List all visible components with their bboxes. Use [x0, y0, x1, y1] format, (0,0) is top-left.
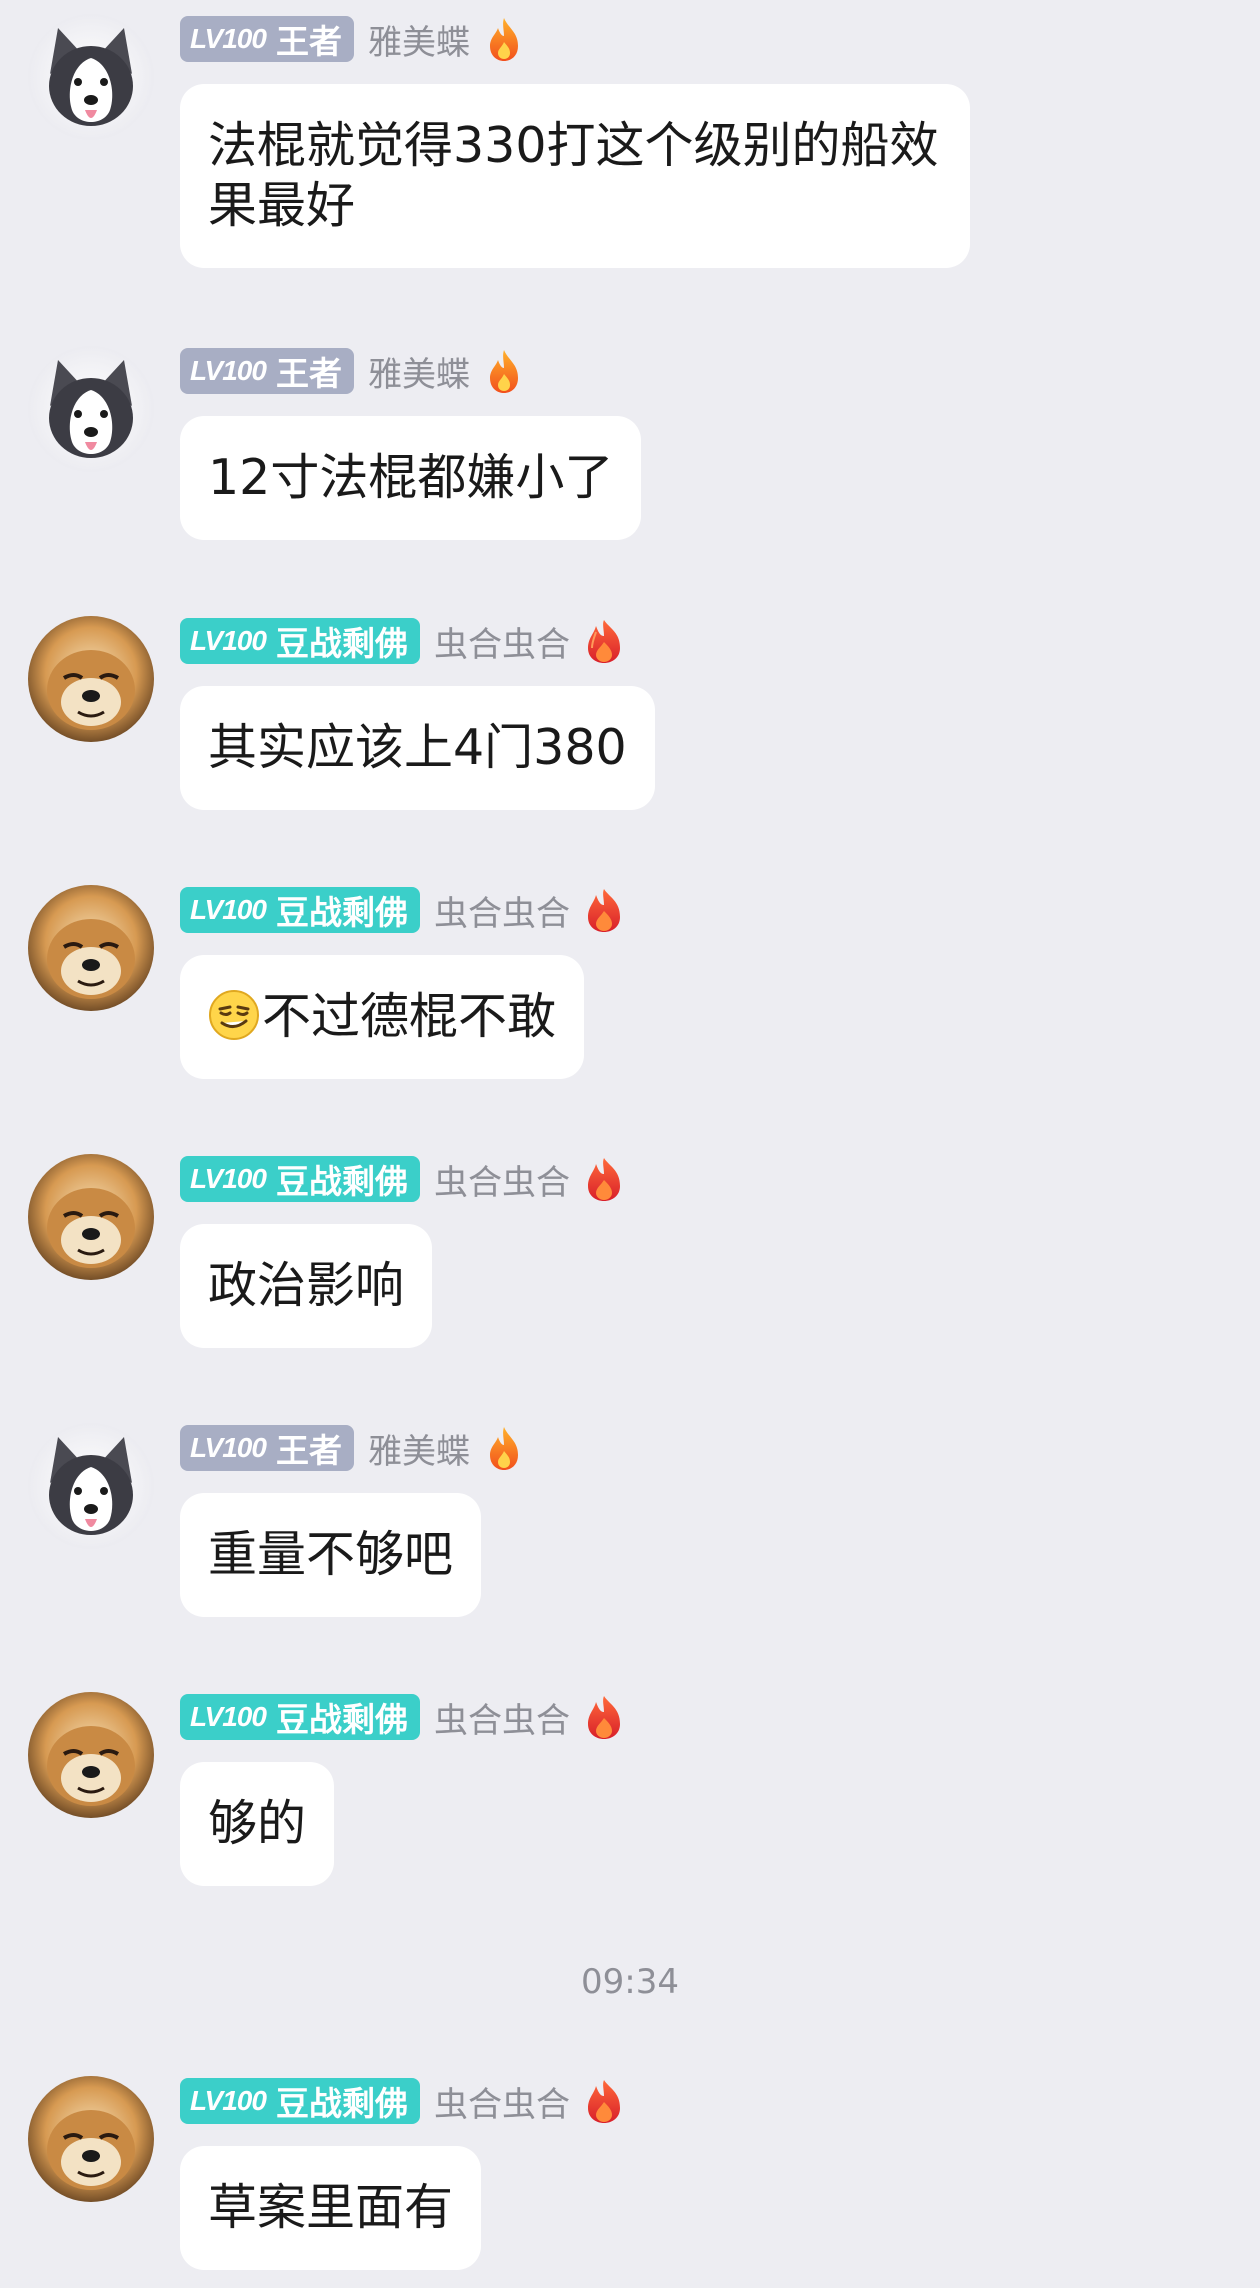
orange-flame-icon: [484, 16, 524, 62]
chat-log: LV100 王者 雅美蝶 法棍就觉得330打这个级别的船效果最好 LV100 王…: [0, 0, 1260, 2288]
message-header: LV100 豆战剩佛 虫合虫合: [180, 617, 624, 666]
nickname[interactable]: 虫合虫合: [434, 1155, 570, 1204]
level-label: LV100: [190, 625, 267, 656]
shiba-avatar[interactable]: [28, 1692, 154, 1818]
shiba-avatar[interactable]: [28, 616, 154, 742]
nickname[interactable]: 虫合虫合: [434, 617, 570, 666]
husky-avatar[interactable]: [28, 14, 154, 140]
level-label: LV100: [190, 2085, 267, 2116]
message-bubble[interactable]: 12寸法棍都嫌小了: [180, 416, 642, 540]
message-header: LV100 王者 雅美蝶: [180, 347, 524, 396]
smirk-emoji-icon: [208, 989, 260, 1041]
message-header: LV100 豆战剩佛 虫合虫合: [180, 2077, 624, 2126]
level-label: LV100: [190, 1432, 267, 1463]
orange-flame-icon: [484, 1425, 524, 1471]
red-flame-icon: [584, 2078, 624, 2124]
message-bubble[interactable]: 不过德棍不敢: [180, 955, 585, 1079]
level-label: LV100: [190, 355, 267, 386]
rank-title: 王者: [275, 354, 342, 393]
red-flame-icon: [584, 887, 624, 933]
message-header: LV100 豆战剩佛 虫合虫合: [180, 886, 624, 935]
level-badge: LV100 王者: [180, 1425, 354, 1471]
rank-title: 王者: [275, 1431, 342, 1470]
shiba-avatar[interactable]: [28, 2076, 154, 2202]
nickname[interactable]: 雅美蝶: [368, 15, 470, 64]
shiba-avatar[interactable]: [28, 885, 154, 1011]
level-label: LV100: [190, 23, 267, 54]
nickname[interactable]: 虫合虫合: [434, 886, 570, 935]
message-bubble[interactable]: 法棍就觉得330打这个级别的船效果最好: [180, 84, 970, 268]
rank-title: 豆战剩佛: [275, 1700, 408, 1739]
message-header: LV100 豆战剩佛 虫合虫合: [180, 1693, 624, 1742]
rank-title: 豆战剩佛: [275, 893, 408, 932]
level-badge: LV100 豆战剩佛: [180, 887, 420, 933]
message-text: 不过德棍不敢: [262, 988, 557, 1045]
message-header: LV100 豆战剩佛 虫合虫合: [180, 1155, 624, 1204]
orange-flame-icon: [484, 348, 524, 394]
nickname[interactable]: 雅美蝶: [368, 347, 470, 396]
husky-avatar[interactable]: [28, 1423, 154, 1549]
level-badge: LV100 豆战剩佛: [180, 2078, 420, 2124]
level-badge: LV100 王者: [180, 348, 354, 394]
level-label: LV100: [190, 1163, 267, 1194]
message-header: LV100 王者 雅美蝶: [180, 1424, 524, 1473]
rank-title: 豆战剩佛: [275, 624, 408, 663]
message-bubble[interactable]: 够的: [180, 1762, 335, 1886]
level-badge: LV100 豆战剩佛: [180, 1694, 420, 1740]
level-badge: LV100 王者: [180, 16, 354, 62]
time-divider: 09:34: [581, 1962, 679, 2002]
rank-title: 王者: [275, 22, 342, 61]
red-flame-icon: [584, 618, 624, 664]
nickname[interactable]: 虫合虫合: [434, 2077, 570, 2126]
husky-avatar[interactable]: [28, 346, 154, 472]
red-flame-icon: [584, 1156, 624, 1202]
message-header: LV100 王者 雅美蝶: [180, 15, 524, 64]
level-badge: LV100 豆战剩佛: [180, 618, 420, 664]
level-label: LV100: [190, 894, 267, 925]
message-bubble[interactable]: 重量不够吧: [180, 1493, 482, 1617]
message-bubble[interactable]: 草案里面有: [180, 2146, 482, 2270]
rank-title: 豆战剩佛: [275, 1162, 408, 1201]
red-flame-icon: [584, 1694, 624, 1740]
message-bubble[interactable]: 其实应该上4门380: [180, 686, 655, 810]
level-label: LV100: [190, 1701, 267, 1732]
nickname[interactable]: 雅美蝶: [368, 1424, 470, 1473]
level-badge: LV100 豆战剩佛: [180, 1156, 420, 1202]
rank-title: 豆战剩佛: [275, 2084, 408, 2123]
nickname[interactable]: 虫合虫合: [434, 1693, 570, 1742]
shiba-avatar[interactable]: [28, 1154, 154, 1280]
message-bubble[interactable]: 政治影响: [180, 1224, 433, 1348]
